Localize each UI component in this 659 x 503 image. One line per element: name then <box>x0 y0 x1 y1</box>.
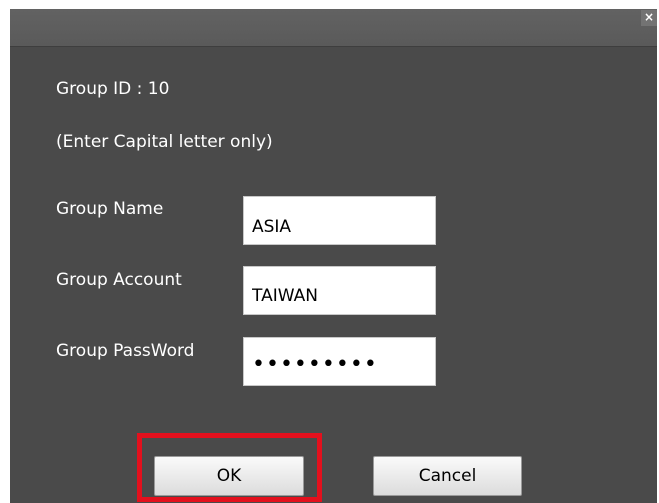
group-dialog: × Group ID : 10 (Enter Capital letter on… <box>10 9 657 503</box>
close-icon: × <box>643 10 655 24</box>
group-name-label: Group Name <box>56 199 164 219</box>
dialog-titlebar[interactable]: × <box>10 9 657 47</box>
close-button[interactable]: × <box>641 10 657 26</box>
capital-letter-hint: (Enter Capital letter only) <box>56 132 273 152</box>
ok-button[interactable]: OK <box>154 456 304 496</box>
group-name-input[interactable] <box>243 196 436 245</box>
cancel-button[interactable]: Cancel <box>373 456 522 496</box>
group-account-input[interactable] <box>243 266 436 315</box>
group-password-input[interactable] <box>243 337 436 386</box>
group-password-label: Group PassWord <box>56 341 195 361</box>
group-account-label: Group Account <box>56 270 182 290</box>
group-id-label: Group ID : 10 <box>56 79 170 99</box>
